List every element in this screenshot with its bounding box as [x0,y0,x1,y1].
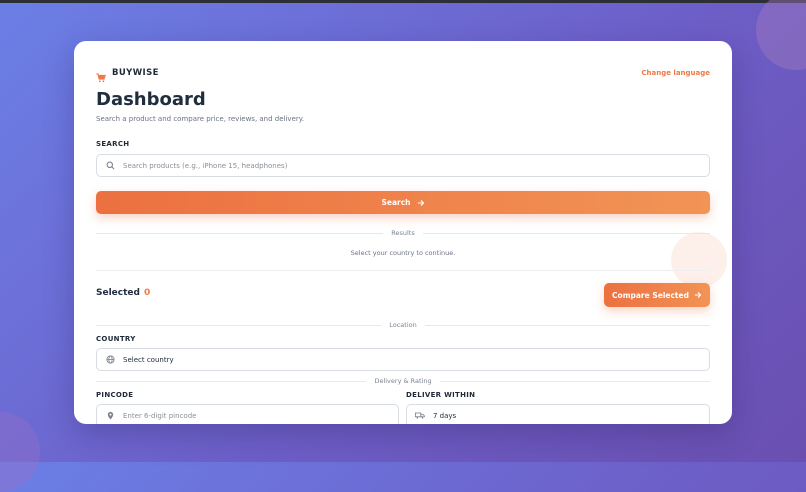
results-notice: Select your country to continue. [350,249,456,257]
decorative-circle [671,232,727,288]
truck-icon [415,411,425,421]
pincode-label: PINCODE [96,391,134,399]
search-icon [105,161,115,171]
change-language-link[interactable]: Change language [641,69,710,77]
deliver-within-label: DELIVER WITHIN [406,391,476,399]
arrow-right-icon [694,291,702,299]
decorative-blob [0,412,40,492]
window-top-bar [0,0,806,3]
delivery-divider: Delivery & Rating [96,376,711,386]
deliver-within-select[interactable]: 7 days [406,404,710,424]
dashboard-card: BUYWISE Change language Dashboard Search… [74,41,732,424]
globe-icon [105,355,115,365]
page-subtitle: Search a product and compare price, revi… [96,115,305,123]
pincode-placeholder: Enter 6-digit pincode [123,411,197,420]
arrow-right-icon [417,199,425,207]
section-divider [96,270,710,271]
shopping-cart-icon [96,68,107,83]
brand-name: BUYWISE [112,68,159,78]
results-divider: Results [96,228,711,238]
selected-summary: Selected 0 [96,288,150,298]
decorative-blob [756,0,806,70]
location-pin-icon [105,411,115,421]
country-label: COUNTRY [96,335,136,343]
deliver-within-value: 7 days [433,411,457,420]
selected-count: 0 [143,288,151,298]
location-divider: Location [96,320,710,330]
compare-selected-button[interactable]: Compare Selected [604,283,710,307]
country-select[interactable]: Select country [96,348,710,371]
search-label: SEARCH [96,140,130,148]
selected-label: Selected [96,288,140,298]
page-title: Dashboard [96,89,206,110]
compare-button-label: Compare Selected [612,290,689,300]
search-input[interactable]: Search products (e.g., iPhone 15, headph… [96,154,710,177]
country-value: Select country [123,355,174,364]
pincode-input[interactable]: Enter 6-digit pincode [96,404,399,424]
delivery-divider-label: Delivery & Rating [374,377,432,385]
search-button[interactable]: Search [96,191,710,214]
brand: BUYWISE [96,68,159,83]
results-divider-label: Results [391,229,415,237]
search-button-label: Search [381,198,411,207]
search-placeholder: Search products (e.g., iPhone 15, headph… [123,161,288,170]
location-divider-label: Location [389,321,417,329]
